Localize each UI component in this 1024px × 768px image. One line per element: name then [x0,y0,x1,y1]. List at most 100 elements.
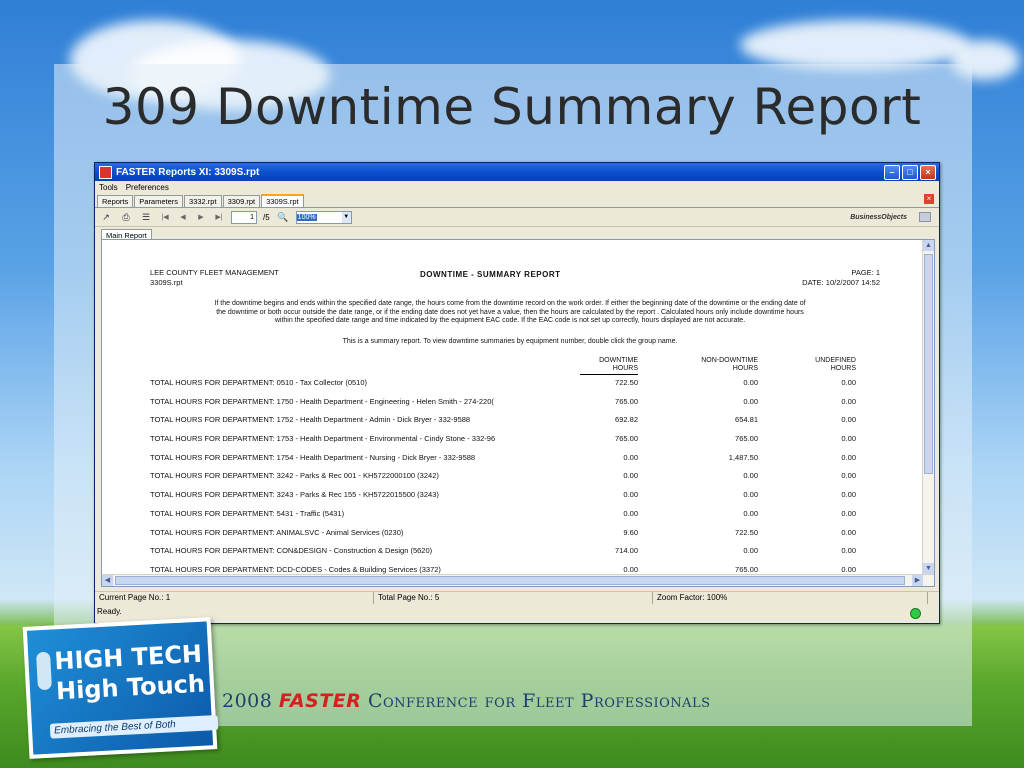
row-non-downtime-hours: 0.00 [743,396,758,406]
row-non-downtime-hours: 0.00 [743,546,758,556]
logo-icon [919,212,931,222]
row-undefined-hours: 0.00 [841,434,856,444]
tab-parameters[interactable]: Parameters [134,195,184,207]
row-non-downtime-hours: 0.00 [743,471,758,481]
col-header-line: HOURS [830,365,856,372]
tab-reports[interactable]: Reports [97,195,134,207]
table-row[interactable]: TOTAL HOURS FOR DEPARTMENT: ANIMALSVC - … [150,528,880,547]
window-title: FASTER Reports XI: 3309S.rpt [116,166,260,178]
row-non-downtime-hours: 654.81 [735,415,758,425]
status-indicator-icon [910,608,921,619]
businessobjects-logo: BusinessObjects [850,213,907,221]
close-button[interactable]: × [920,164,936,180]
minimize-button[interactable]: – [884,164,900,180]
chevron-down-icon[interactable]: ▼ [341,211,351,223]
first-page-icon[interactable]: |◀ [159,213,171,221]
scroll-thumb[interactable] [924,254,933,474]
row-undefined-hours: 0.00 [841,396,856,406]
col-header-line: HOURS [732,365,758,372]
col-header-non-downtime: NON-DOWNTIME HOURS [670,357,758,373]
row-department: TOTAL HOURS FOR DEPARTMENT: 3242 - Parks… [150,471,439,481]
status-bar: Current Page No.: 1 Total Page No.: 5 Zo… [95,591,939,604]
maximize-button[interactable]: □ [902,164,918,180]
table-row[interactable]: TOTAL HOURS FOR DEPARTMENT: 1754 - Healt… [150,453,880,472]
row-downtime-hours: 765.00 [615,396,638,406]
zoom-select[interactable]: 100% ▼ [295,210,352,224]
scroll-thumb[interactable] [115,576,905,585]
tab-3309[interactable]: 3309.rpt [222,195,261,207]
row-undefined-hours: 0.00 [841,546,856,556]
scroll-left-icon[interactable]: ◀ [102,575,113,586]
group-tree-icon[interactable]: ☰ [139,211,153,223]
col-header-line: UNDEFINED [815,357,856,364]
row-department: TOTAL HOURS FOR DEPARTMENT: 0510 - Tax C… [150,378,368,387]
col-header-line: NON-DOWNTIME [701,357,758,364]
page-number-input[interactable]: 1 [231,210,257,224]
export-icon[interactable]: ↗ [99,211,113,223]
conference-banner: 2008 FASTER Conference for Fleet Profess… [222,690,711,712]
table-row[interactable]: TOTAL HOURS FOR DEPARTMENT: 1752 - Healt… [150,415,880,434]
row-undefined-hours: 0.00 [841,564,856,574]
report-rows: TOTAL HOURS FOR DEPARTMENT: 0510 - Tax C… [150,378,880,584]
report-date: DATE: 10/2/2007 14:52 [802,278,880,287]
print-icon[interactable]: ⎙ [119,211,133,223]
row-non-downtime-hours: 0.00 [743,508,758,518]
row-department: TOTAL HOURS FOR DEPARTMENT: 5431 - Traff… [150,508,345,518]
menu-preferences[interactable]: Preferences [126,183,169,192]
table-row[interactable]: TOTAL HOURS FOR DEPARTMENT: 3242 - Parks… [150,471,880,490]
row-downtime-hours: 9.60 [623,527,638,537]
table-row[interactable]: TOTAL HOURS FOR DEPARTMENT: 5431 - Traff… [150,509,880,528]
table-row[interactable]: TOTAL HOURS FOR DEPARTMENT: 0510 - Tax C… [150,378,880,397]
report-viewer[interactable]: LEE COUNTY FLEET MANAGEMENT 3309S.rpt DO… [101,239,935,587]
search-icon[interactable]: 🔍 [276,211,290,223]
row-department: TOTAL HOURS FOR DEPARTMENT: ANIMALSVC - … [150,527,404,537]
scroll-right-icon[interactable]: ▶ [912,575,923,586]
table-row[interactable]: TOTAL HOURS FOR DEPARTMENT: CON&DESIGN -… [150,546,880,565]
row-downtime-hours: 0.00 [623,508,638,518]
status-total-page: Total Page No.: 5 [374,592,653,604]
slide-title: 309 Downtime Summary Report [102,78,922,136]
row-downtime-hours: 692.82 [615,415,638,425]
last-page-icon[interactable]: ▶| [213,213,225,221]
row-non-downtime-hours: 765.00 [735,564,758,574]
zoom-value: 100% [296,213,317,221]
row-department: TOTAL HOURS FOR DEPARTMENT: DCD-CODES - … [150,564,441,574]
page-total: /5 [263,212,270,222]
menubar: Tools Preferences [95,181,939,193]
report-page-number: PAGE: 1 [851,268,880,277]
row-non-downtime-hours: 0.00 [743,490,758,500]
menu-tools[interactable]: Tools [99,183,118,192]
conference-brand: FASTER [278,690,362,712]
row-department: TOTAL HOURS FOR DEPARTMENT: 1753 - Healt… [150,434,496,444]
col-header-undefined: UNDEFINED HOURS [790,357,856,373]
row-department: TOTAL HOURS FOR DEPARTMENT: 1754 - Healt… [150,452,476,462]
row-downtime-hours: 0.00 [623,490,638,500]
col-header-line: DOWNTIME [599,357,638,364]
logo-figure-icon [36,651,52,691]
row-non-downtime-hours: 765.00 [735,434,758,444]
tab-3309s[interactable]: 3309S.rpt [261,194,304,207]
row-undefined-hours: 0.00 [841,508,856,518]
status-zoom-factor: Zoom Factor: 100% [653,592,928,604]
conference-name: Conference for Fleet Professionals [367,690,711,712]
tab-3332[interactable]: 3332.rpt [184,195,222,207]
scroll-up-icon[interactable]: ▲ [923,240,934,251]
scroll-down-icon[interactable]: ▼ [923,563,934,574]
status-current-page: Current Page No.: 1 [95,592,374,604]
report-window: FASTER Reports XI: 3309S.rpt – □ × Tools… [94,162,940,624]
next-page-icon[interactable]: ▶ [195,213,207,221]
conference-year: 2008 [222,690,273,712]
report-org: LEE COUNTY FLEET MANAGEMENT [150,268,279,277]
table-row[interactable]: TOTAL HOURS FOR DEPARTMENT: 1753 - Healt… [150,434,880,453]
vertical-scrollbar[interactable]: ▲ ▼ [922,240,934,574]
horizontal-scrollbar[interactable]: ◀ ▶ [102,574,934,586]
table-row[interactable]: TOTAL HOURS FOR DEPARTMENT: 3243 - Parks… [150,490,880,509]
col-header-line: HOURS [612,365,638,372]
prev-page-icon[interactable]: ◀ [177,213,189,221]
close-tab-icon[interactable]: × [924,194,934,204]
row-undefined-hours: 0.00 [841,490,856,500]
window-titlebar[interactable]: FASTER Reports XI: 3309S.rpt – □ × [95,163,939,181]
table-row[interactable]: TOTAL HOURS FOR DEPARTMENT: 1750 - Healt… [150,397,880,416]
row-department: TOTAL HOURS FOR DEPARTMENT: 1750 - Healt… [150,396,494,406]
ready-status: Ready. [97,607,122,616]
